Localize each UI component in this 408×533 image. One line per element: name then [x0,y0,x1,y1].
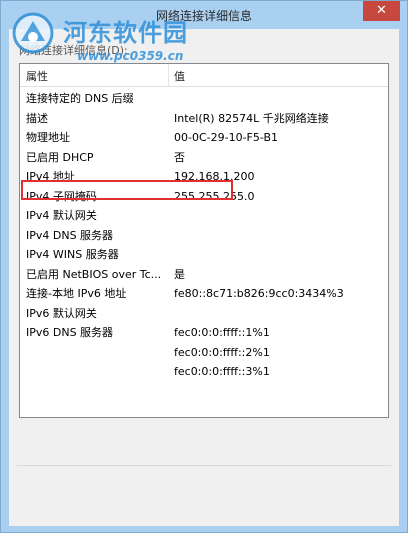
list-row[interactable]: IPv4 DNS 服务器 [20,226,388,246]
details-label: 网络连接详细信息(D): [19,44,128,57]
list-row[interactable]: 已启用 DHCP 否 [20,148,388,168]
row-value: fec0:0:0:ffff::3%1 [174,365,270,378]
row-value: fec0:0:0:ffff::1%1 [174,326,270,339]
row-value: 192.168.1.200 [174,170,255,183]
row-property: IPv4 子网掩码 [26,189,97,203]
row-value: 是 [174,267,185,281]
row-property: 连接特定的 DNS 后缀 [26,92,134,105]
row-property: 物理地址 [26,131,70,144]
row-value: 00-0C-29-10-F5-B1 [174,131,278,144]
network-details-window: 网络连接详细信息 ✕ 网络连接详细信息(D): 属性 值 连接特定的 DNS 后… [0,0,408,533]
row-property: IPv4 地址 [26,170,75,183]
list-row[interactable]: IPv4 子网掩码 255.255.255.0 [20,187,388,207]
list-row[interactable]: fec0:0:0:ffff::3%1 [20,362,388,382]
title-bar[interactable]: 网络连接详细信息 ✕ [1,1,407,29]
list-row[interactable]: IPv4 地址 192.168.1.200 [20,167,388,187]
row-property: IPv4 WINS 服务器 [26,248,119,261]
close-button[interactable]: ✕ [363,1,400,21]
window-title: 网络连接详细信息 [155,9,252,23]
row-value: fec0:0:0:ffff::2%1 [174,345,270,359]
row-value: 否 [174,150,185,164]
row-property: IPv6 DNS 服务器 [26,326,114,339]
list-rows: 连接特定的 DNS 后缀 描述 Intel(R) 82574L 千兆网络连接物理地址… [20,89,388,382]
details-list[interactable]: 属性 值 连接特定的 DNS 后缀 描述 Intel(R) 82574L 千兆网络连… [19,63,389,418]
divider [17,465,391,466]
list-row[interactable]: IPv4 默认网关 [20,206,388,226]
list-row[interactable]: IPv4 WINS 服务器 [20,245,388,265]
list-row[interactable]: 物理地址 00-0C-29-10-F5-B1 [20,128,388,148]
list-row[interactable]: IPv6 DNS 服务器 fec0:0:0:ffff::1%1 [20,323,388,343]
dialog-content: 网络连接详细信息(D): 属性 值 连接特定的 DNS 后缀 描述 Intel(R)… [9,29,399,526]
list-row[interactable]: 连接-本地 IPv6 地址 fe80::8c71:b826:9cc0:3434%3 [20,284,388,304]
row-property: 已启用 NetBIOS over Tc... [26,267,162,281]
list-header: 属性 值 [20,64,388,87]
column-header-property[interactable]: 属性 [26,68,48,84]
row-property: IPv6 默认网关 [26,306,97,320]
list-row[interactable]: 连接特定的 DNS 后缀 [20,89,388,109]
row-property: 描述 [26,111,48,125]
list-row[interactable]: 描述 Intel(R) 82574L 千兆网络连接 [20,109,388,129]
row-property: IPv4 默认网关 [26,209,97,222]
list-row[interactable]: 已启用 NetBIOS over Tc... 是 [20,265,388,285]
row-property: 连接-本地 IPv6 地址 [26,287,127,300]
row-value: 255.255.255.0 [174,189,255,203]
row-value: fe80::8c71:b826:9cc0:3434%3 [174,287,344,300]
row-property: 已启用 DHCP [26,150,94,164]
row-value: Intel(R) 82574L 千兆网络连接 [174,111,329,125]
column-divider[interactable] [168,64,169,86]
list-row[interactable]: fec0:0:0:ffff::2%1 [20,343,388,363]
list-row[interactable]: IPv6 默认网关 [20,304,388,324]
column-header-value[interactable]: 值 [174,68,185,84]
row-property: IPv4 DNS 服务器 [26,228,114,242]
